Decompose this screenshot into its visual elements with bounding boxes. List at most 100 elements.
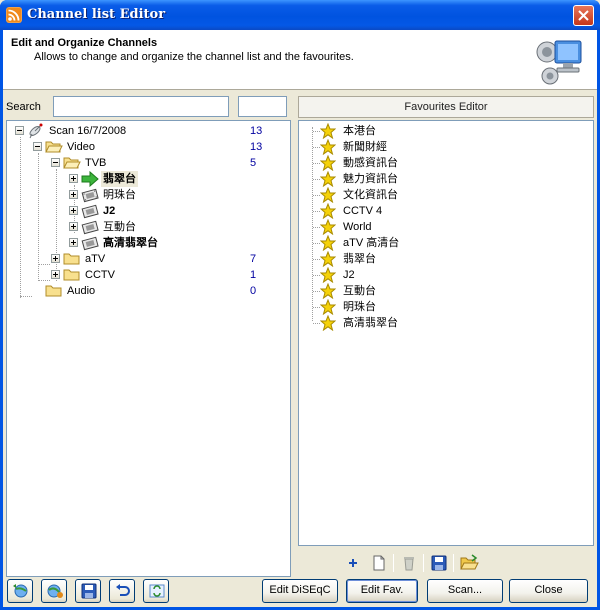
folder-icon xyxy=(63,267,81,283)
star-icon xyxy=(319,202,337,220)
expand-toggle[interactable] xyxy=(69,238,78,247)
favourites-header: Favourites Editor xyxy=(298,96,594,118)
header-title: Edit and Organize Channels xyxy=(11,37,158,49)
channel-count: 5 xyxy=(250,157,257,169)
tree-item-label: Audio xyxy=(67,285,96,297)
edit-fav-button[interactable]: Edit Fav. xyxy=(346,579,418,603)
search-number-input[interactable] xyxy=(238,96,287,117)
edit-diseqc-button[interactable]: Edit DiSEqC xyxy=(262,579,338,603)
tree-item-video[interactable]: Video 13 xyxy=(7,139,287,155)
star-icon xyxy=(319,314,337,332)
collapse-toggle[interactable] xyxy=(51,158,60,167)
star-icon xyxy=(319,154,337,172)
favourite-label: 本港台 xyxy=(343,125,376,137)
tree-item-scan[interactable]: Scan 16/7/2008 13 xyxy=(7,123,287,139)
star-icon xyxy=(319,234,337,252)
star-icon xyxy=(319,122,337,140)
favourite-label: World xyxy=(343,221,372,233)
tree-item-atv[interactable]: aTV 7 xyxy=(7,251,287,267)
close-button[interactable]: Close xyxy=(509,579,588,603)
tree-item-label: Scan 16/7/2008 xyxy=(49,125,127,137)
favourite-label: 文化資訊台 xyxy=(343,189,398,201)
favourite-label: 互動台 xyxy=(343,285,376,297)
film-icon xyxy=(81,219,99,235)
globe-settings-button[interactable] xyxy=(41,579,67,603)
computer-network-icon xyxy=(533,35,587,87)
play-arrow-icon xyxy=(81,170,99,188)
search-input[interactable] xyxy=(53,96,229,117)
expand-toggle[interactable] xyxy=(69,222,78,231)
tree-item-label: 明珠台 xyxy=(103,189,136,201)
favourite-label: CCTV 4 xyxy=(343,205,383,217)
open-folder-icon[interactable] xyxy=(459,553,479,573)
folder-open-icon xyxy=(63,155,81,171)
channel-count: 0 xyxy=(250,285,257,297)
tree-item-channel-j2[interactable]: J2 xyxy=(7,203,287,219)
sync-button[interactable] xyxy=(143,579,169,603)
favourite-label: 明珠台 xyxy=(343,301,376,313)
tree-item-label: 高清翡翠台 xyxy=(103,237,158,249)
channel-tree[interactable]: Scan 16/7/2008 13 Video 13 TVB 5 翡翠台 明珠台… xyxy=(6,120,291,577)
tree-item-audio[interactable]: Audio 0 xyxy=(7,283,287,299)
header-banner: Edit and Organize Channels Allows to cha… xyxy=(3,30,597,90)
client-area: Edit and Organize Channels Allows to cha… xyxy=(3,30,597,607)
collapse-toggle[interactable] xyxy=(15,126,24,135)
expand-toggle[interactable] xyxy=(69,206,78,215)
film-icon xyxy=(81,187,99,203)
channel-count: 7 xyxy=(250,253,257,265)
expand-toggle[interactable] xyxy=(51,254,60,263)
tree-item-label: aTV xyxy=(85,253,106,265)
rss-app-icon xyxy=(6,7,22,23)
favourites-list[interactable]: 本港台新聞財經動感資訊台魅力資訊台文化資訊台 CCTV 4 World aTV 高清台… xyxy=(298,120,594,546)
folder-icon xyxy=(45,283,63,299)
tree-item-label: Video xyxy=(67,141,95,153)
favourite-label: aTV 高清台 xyxy=(343,237,400,249)
window-title: Channel list Editor xyxy=(27,7,166,22)
favourite-label: 新聞財經 xyxy=(343,141,387,153)
title-bar[interactable]: Channel list Editor xyxy=(0,0,600,30)
collapse-toggle[interactable] xyxy=(33,142,42,151)
favourite-label: 魅力資訊台 xyxy=(343,173,398,185)
tree-item-channel-hd-jade[interactable]: 高清翡翠台 xyxy=(7,235,287,251)
close-window-button[interactable] xyxy=(573,5,594,26)
star-icon xyxy=(319,282,337,300)
tree-item-channel-interactive[interactable]: 互動台 xyxy=(7,219,287,235)
star-icon xyxy=(319,170,337,188)
tree-item-cctv[interactable]: CCTV 1 xyxy=(7,267,287,283)
tree-item-tvb[interactable]: TVB 5 xyxy=(7,155,287,171)
expand-toggle[interactable] xyxy=(69,174,78,183)
film-icon xyxy=(81,235,99,251)
tree-item-label: 互動台 xyxy=(103,221,136,233)
refresh-globe-button[interactable] xyxy=(7,579,33,603)
star-icon xyxy=(319,186,337,204)
channel-list-editor-window: Channel list Editor Edit and Organize Ch… xyxy=(0,0,600,610)
expand-toggle[interactable] xyxy=(51,270,60,279)
tree-item-label: CCTV xyxy=(85,269,115,281)
favourite-label: 翡翠台 xyxy=(343,253,376,265)
tree-item-label: 翡翠台 xyxy=(101,171,138,187)
tree-item-label: J2 xyxy=(103,205,116,217)
expand-toggle[interactable] xyxy=(69,190,78,199)
new-document-icon[interactable] xyxy=(369,553,389,573)
satellite-icon xyxy=(27,123,45,139)
favourite-label: J2 xyxy=(343,269,355,281)
save-icon[interactable] xyxy=(429,553,449,573)
star-icon xyxy=(319,250,337,268)
save-button[interactable] xyxy=(75,579,101,603)
film-icon xyxy=(81,203,99,219)
add-icon[interactable] xyxy=(343,553,363,573)
folder-icon xyxy=(63,251,81,267)
channel-count: 1 xyxy=(250,269,257,281)
folder-open-icon xyxy=(45,139,63,155)
favourites-toolbar xyxy=(298,550,594,576)
channel-count: 13 xyxy=(250,141,263,153)
scan-button[interactable]: Scan... xyxy=(427,579,503,603)
tree-item-channel-pearl[interactable]: 明珠台 xyxy=(7,187,287,203)
undo-button[interactable] xyxy=(109,579,135,603)
star-icon xyxy=(319,138,337,156)
tree-item-channel-jade[interactable]: 翡翠台 xyxy=(7,170,287,188)
bottom-button-bar: Edit DiSEqC Edit Fav. Scan... Close xyxy=(3,575,597,607)
channel-count: 13 xyxy=(250,125,263,137)
favourite-label: 動感資訊台 xyxy=(343,157,398,169)
recycle-bin-icon[interactable] xyxy=(399,553,419,573)
